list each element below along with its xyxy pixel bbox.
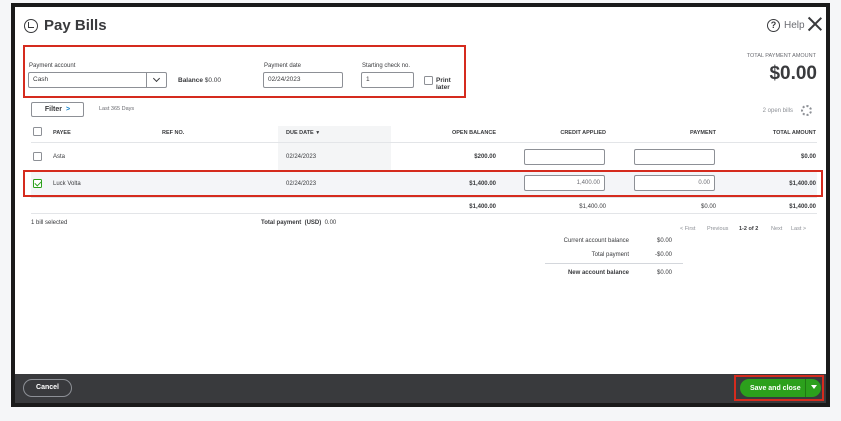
sum-payment: $0.00 xyxy=(700,204,716,210)
select-all-checkbox[interactable] xyxy=(33,127,42,136)
payment-account-label: Payment account xyxy=(29,63,76,69)
current-balance-label: Current account balance xyxy=(563,238,629,244)
balance-label: Balance xyxy=(178,77,203,84)
payment-form-highlight: Payment account Cash Balance $0.00 Payme… xyxy=(23,45,466,98)
credit-applied-input[interactable] xyxy=(524,149,605,165)
balance-value: $0.00 xyxy=(204,77,222,84)
chevron-down-icon[interactable] xyxy=(146,72,166,88)
new-balance-label: New account balance xyxy=(567,270,629,276)
col-payment[interactable]: PAYMENT xyxy=(631,130,716,136)
print-later-label: Print later xyxy=(436,77,451,91)
col-credit-applied[interactable]: CREDIT APPLIED xyxy=(521,130,606,136)
chevron-down-icon[interactable] xyxy=(805,379,821,397)
chevron-right-icon: > xyxy=(66,106,71,113)
sort-down-icon: ▼ xyxy=(315,130,321,136)
gear-icon[interactable] xyxy=(801,105,812,116)
window-frame: Pay Bills ? Help Payment account Cash Ba… xyxy=(11,3,830,407)
sum-credit-applied: $1,400.00 xyxy=(579,204,606,210)
history-icon[interactable] xyxy=(24,19,38,33)
col-total-amount[interactable]: TOTAL AMOUNT xyxy=(731,130,816,136)
total-payment-summary-label: Total payment xyxy=(261,220,302,226)
table-row[interactable]: Asta 02/24/2023 $200.00 $0.00 xyxy=(31,143,817,169)
cancel-button[interactable]: Cancel xyxy=(23,379,72,397)
help-button[interactable]: ? Help xyxy=(767,19,805,32)
payment-date-label: Payment date xyxy=(264,63,302,69)
col-due-date[interactable]: DUE DATE ▼ xyxy=(286,130,320,136)
balance-display: Balance $0.00 xyxy=(178,77,221,84)
pagination-range: 1-2 of 2 xyxy=(739,226,759,232)
row-due-date: 02/24/2023 xyxy=(286,154,317,160)
total-payment-summary-value: 0.00 xyxy=(324,220,337,226)
payment-input[interactable] xyxy=(634,149,715,165)
filter-label: Filter xyxy=(44,106,63,113)
current-balance-value: $0.00 xyxy=(656,238,672,244)
col-ref-no[interactable]: REF NO. xyxy=(162,130,184,136)
help-label: Help xyxy=(784,20,805,31)
pagination-first[interactable]: < First xyxy=(680,226,695,232)
filter-range: Last 365 Days xyxy=(99,106,135,112)
open-bills-count: 2 open bills xyxy=(762,108,793,114)
pagination-next[interactable]: Next xyxy=(771,226,782,232)
total-payment-currency: (USD) xyxy=(304,220,322,226)
total-payment-summary: Total payment (USD) 0.00 xyxy=(261,220,336,226)
question-icon: ? xyxy=(767,19,780,32)
row-divider xyxy=(31,197,817,198)
col-payee[interactable]: PAYEE xyxy=(53,130,71,136)
totals-divider xyxy=(31,213,817,214)
save-and-close-button[interactable]: Save and close xyxy=(740,379,821,397)
total-payment-label: TOTAL PAYMENT AMOUNT xyxy=(746,53,816,59)
print-later-checkbox[interactable] xyxy=(424,76,433,85)
row-total-amount: $0.00 xyxy=(800,154,816,160)
footer-bar: Cancel Save and close xyxy=(15,374,826,403)
payment-summary-value: -$0.00 xyxy=(654,252,672,258)
check-no-input[interactable]: 1 xyxy=(361,72,414,88)
check-no-label: Starting check no. xyxy=(362,63,411,69)
payment-date-input[interactable]: 02/24/2023 xyxy=(263,72,343,88)
save-and-close-label: Save and close xyxy=(750,384,801,392)
row-open-balance: $200.00 xyxy=(474,154,496,160)
col-due-date-label: DUE DATE xyxy=(286,130,314,136)
row-checkbox[interactable] xyxy=(33,152,42,161)
pagination-last[interactable]: Last > xyxy=(791,226,806,232)
summary-divider xyxy=(545,263,683,264)
page-title: Pay Bills xyxy=(44,17,107,34)
new-balance-value: $0.00 xyxy=(656,270,672,276)
total-payment-amount: $0.00 xyxy=(769,63,817,84)
bills-selected-count: 1 bill selected xyxy=(31,220,68,226)
selected-row-highlight xyxy=(23,170,823,197)
payment-summary-label: Total payment xyxy=(591,252,629,258)
filter-button[interactable]: Filter > xyxy=(31,102,84,117)
close-icon[interactable] xyxy=(808,17,822,31)
row-payee: Asta xyxy=(53,154,66,160)
pay-bills-modal: Pay Bills ? Help Payment account Cash Ba… xyxy=(15,7,826,403)
pagination-previous[interactable]: Previous xyxy=(707,226,728,232)
sum-open-balance: $1,400.00 xyxy=(469,204,496,210)
sum-total-amount: $1,400.00 xyxy=(789,204,816,210)
col-open-balance[interactable]: OPEN BALANCE xyxy=(411,130,496,136)
